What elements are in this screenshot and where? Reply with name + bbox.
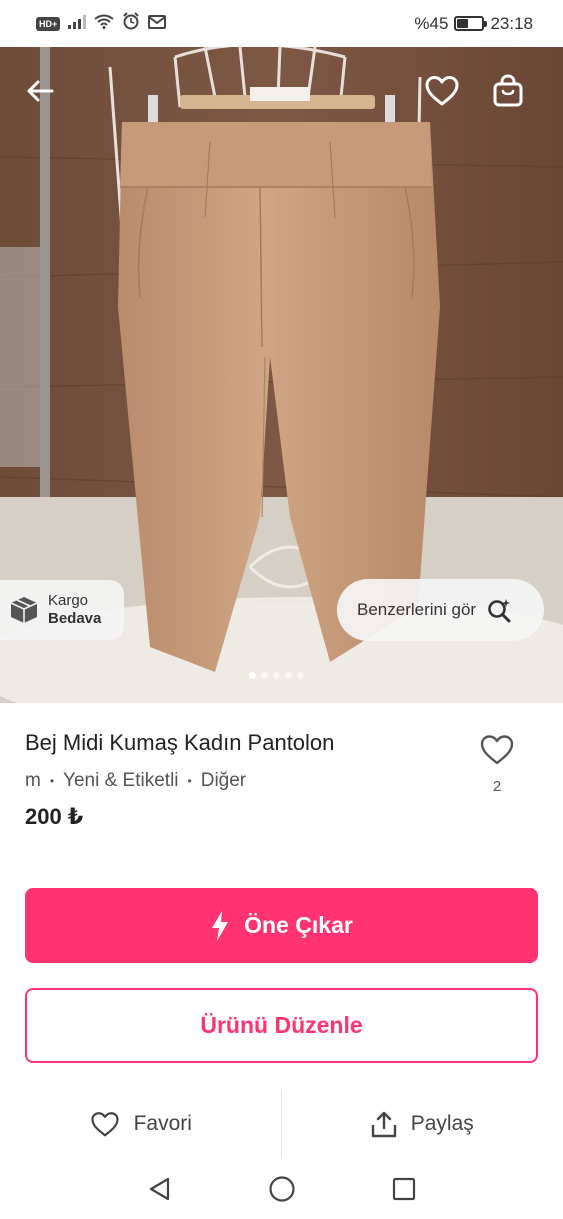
- battery-percent: %45: [414, 13, 449, 33]
- nav-back-button[interactable]: [144, 1173, 176, 1205]
- status-bar: HD+ %45 23:18: [0, 0, 563, 47]
- product-title: Bej Midi Kumaş Kadın Pantolon: [25, 730, 335, 755]
- battery-fill: [457, 19, 469, 28]
- carousel-dot[interactable]: [261, 672, 268, 679]
- meta-separator: •: [49, 774, 55, 788]
- favorite-top-button[interactable]: [420, 69, 464, 113]
- package-icon: [10, 597, 38, 623]
- lightning-icon: [212, 910, 229, 941]
- share-button[interactable]: Paylaş: [282, 1090, 563, 1158]
- wifi-icon: [94, 14, 114, 34]
- nav-home-button[interactable]: [266, 1173, 298, 1205]
- product-image-carousel[interactable]: Kargo Bedava Benzerlerini gör: [0, 47, 563, 703]
- see-similar-label: Benzerlerini gör: [357, 600, 477, 619]
- battery-icon: [454, 16, 488, 31]
- nav-recents-button[interactable]: [388, 1173, 420, 1205]
- square-recents-icon: [392, 1177, 415, 1200]
- edit-product-button[interactable]: Ürünü Düzenle: [25, 988, 538, 1063]
- clock: 23:18: [490, 13, 533, 33]
- mail-icon: [148, 14, 167, 34]
- share-icon: [371, 1111, 396, 1138]
- product-price: 200 ₺: [25, 804, 84, 829]
- cargo-line2: Bedava: [48, 610, 102, 627]
- search-sparkle-icon: [488, 599, 511, 623]
- like-button[interactable]: 2: [476, 734, 518, 795]
- heart-icon: [425, 76, 459, 106]
- action-divider: [281, 1090, 282, 1158]
- like-count: 2: [492, 778, 502, 795]
- favorite-button[interactable]: Favori: [0, 1090, 282, 1158]
- system-nav-bar: [0, 1158, 563, 1219]
- status-icons: HD+: [36, 12, 167, 35]
- edit-product-label: Ürünü Düzenle: [200, 1012, 363, 1038]
- back-button[interactable]: [18, 69, 62, 113]
- back-arrow-icon: [27, 80, 54, 102]
- product-condition: Yeni & Etiketli: [63, 770, 179, 791]
- cargo-line1: Kargo: [48, 592, 89, 609]
- meta-separator: •: [187, 774, 192, 788]
- carousel-dot[interactable]: [285, 672, 292, 679]
- signal-icon: [68, 14, 87, 34]
- product-meta: m • Yeni & Etiketli • Diğer: [25, 770, 246, 792]
- share-label: Paylaş: [410, 1112, 474, 1135]
- hd-icon: HD+: [36, 16, 61, 31]
- carousel-dot[interactable]: [249, 672, 256, 679]
- see-similar-button[interactable]: Benzerlerini gör: [337, 579, 544, 641]
- cart-button[interactable]: [486, 69, 530, 113]
- product-size: m: [25, 770, 41, 791]
- shopping-bag-icon: [493, 74, 523, 107]
- circle-home-icon: [268, 1175, 295, 1202]
- free-shipping-badge: Kargo Bedava: [0, 580, 124, 640]
- status-right: %45 23:18: [414, 14, 533, 34]
- heart-icon: [90, 1111, 119, 1136]
- carousel-dot[interactable]: [273, 672, 280, 679]
- product-brand: Diğer: [200, 770, 247, 791]
- promote-label: Öne Çıkar: [244, 912, 353, 938]
- triangle-back-icon: [149, 1177, 169, 1200]
- bottom-actions: Favori Paylaş: [0, 1090, 563, 1158]
- favorite-label: Favori: [133, 1112, 192, 1135]
- heart-icon: [480, 735, 514, 765]
- promote-button[interactable]: Öne Çıkar: [25, 888, 538, 963]
- alarm-icon: [122, 12, 140, 35]
- carousel-dot[interactable]: [297, 672, 304, 679]
- carousel-indicator: [249, 672, 304, 679]
